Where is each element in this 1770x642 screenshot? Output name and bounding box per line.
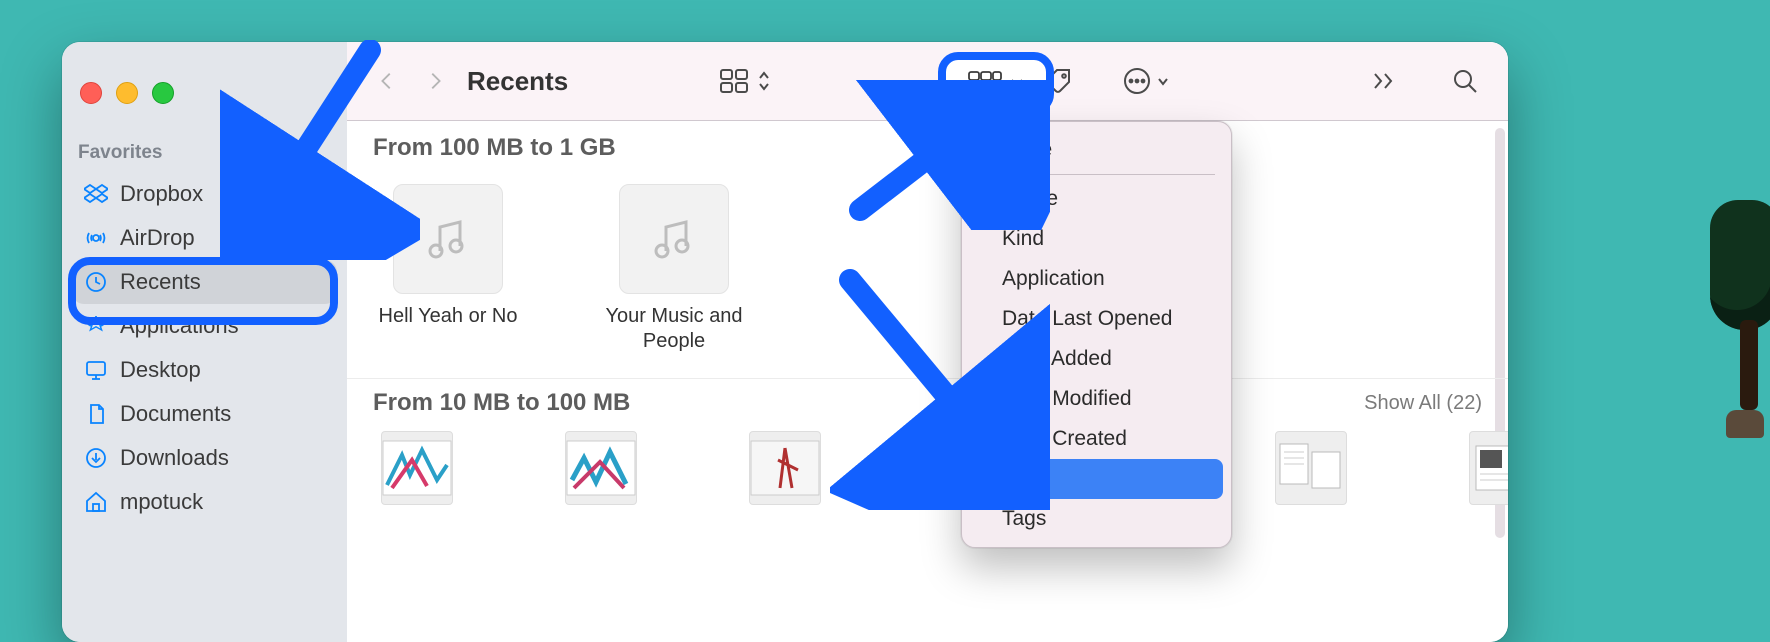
sidebar-list: Dropbox AirDrop Recents Applications Desktop… (72, 172, 337, 524)
file-row-large: Hell Yeah or No Your Music and People (347, 168, 1508, 378)
section-header-10mb-100mb: From 10 MB to 100 MB (373, 389, 630, 417)
sidebar-item-label: Documents (120, 401, 231, 427)
content-area: Recents (347, 42, 1508, 642)
menu-item-date-modified[interactable]: Date Modified (970, 379, 1223, 419)
file-thumb-image-icon[interactable] (565, 431, 637, 505)
chevron-down-icon (1009, 75, 1025, 91)
menu-item-date-added[interactable]: Date Added (970, 339, 1223, 379)
clock-icon (84, 270, 108, 294)
desktop-icon (84, 358, 108, 382)
sidebar-item-label: Applications (120, 313, 239, 339)
menu-item-none[interactable]: None (970, 130, 1223, 170)
show-all-link[interactable]: Show All (22) (1364, 392, 1482, 415)
sidebar-item-mpotuck[interactable]: mpotuck (72, 480, 337, 524)
file-thumb-audio-icon (393, 184, 503, 294)
group-by-button[interactable] (938, 52, 1054, 114)
file-name: Hell Yeah or No (379, 304, 518, 329)
more-actions-button[interactable] (1116, 61, 1176, 101)
menu-item-application[interactable]: Application (970, 259, 1223, 299)
minimize-window-icon[interactable] (116, 82, 138, 104)
file-name: Your Music and People (599, 304, 749, 354)
close-window-icon[interactable] (80, 82, 102, 104)
sidebar: Favorites Dropbox AirDrop Recents Applicati… (62, 42, 348, 642)
sidebar-item-downloads[interactable]: Downloads (72, 436, 337, 480)
dropbox-icon (84, 182, 108, 206)
sidebar-item-label: Recents (120, 269, 201, 295)
file-thumb-doc-icon[interactable] (1275, 431, 1347, 505)
sidebar-item-label: AirDrop (120, 225, 195, 251)
sidebar-item-label: mpotuck (120, 489, 203, 515)
document-icon (84, 402, 108, 426)
sidebar-item-airdrop[interactable]: AirDrop (72, 216, 337, 260)
overflow-button[interactable] (1362, 61, 1408, 101)
forward-button[interactable] (415, 61, 455, 101)
menu-item-size[interactable]: Size (970, 459, 1223, 499)
menu-item-kind[interactable]: Kind (970, 219, 1223, 259)
sidebar-item-label: Dropbox (120, 181, 203, 207)
airdrop-icon (84, 226, 108, 250)
back-button[interactable] (367, 61, 407, 101)
sidebar-item-label: Desktop (120, 357, 201, 383)
fullscreen-window-icon[interactable] (152, 82, 174, 104)
group-by-menu[interactable]: NoneNameKindApplicationDate Last OpenedD… (961, 121, 1232, 548)
apps-icon (84, 314, 108, 338)
downloads-icon (84, 446, 108, 470)
sidebar-section-favorites: Favorites (78, 142, 337, 164)
window-controls[interactable] (80, 82, 174, 104)
file-thumb-image-icon[interactable] (749, 431, 821, 505)
file-thumb-doc-icon[interactable] (1469, 431, 1508, 505)
stage: Favorites Dropbox AirDrop Recents Applicati… (0, 0, 1770, 628)
section-header-100mb-1gb: From 100 MB to 1 GB (347, 120, 1508, 168)
menu-item-name[interactable]: Name (970, 179, 1223, 219)
sidebar-item-applications[interactable]: Applications (72, 304, 337, 348)
menu-item-tags[interactable]: Tags (970, 499, 1223, 539)
sidebar-item-documents[interactable]: Documents (72, 392, 337, 436)
menu-item-date-last-opened[interactable]: Date Last Opened (970, 299, 1223, 339)
sidebar-item-recents[interactable]: Recents (72, 260, 337, 304)
file-thumb-image-icon[interactable] (381, 431, 453, 505)
file-item[interactable]: Your Music and People (599, 184, 749, 354)
toolbar: Recents (347, 42, 1508, 121)
finder-window: Favorites Dropbox AirDrop Recents Applicati… (62, 42, 1508, 642)
menu-item-date-created[interactable]: Date Created (970, 419, 1223, 459)
file-row-medium (347, 423, 1508, 505)
view-switcher-button[interactable] (712, 61, 778, 101)
file-item[interactable]: Hell Yeah or No (373, 184, 523, 354)
sidebar-item-desktop[interactable]: Desktop (72, 348, 337, 392)
home-icon (84, 490, 108, 514)
sidebar-item-dropbox[interactable]: Dropbox (72, 172, 337, 216)
file-thumb-audio-icon (619, 184, 729, 294)
sidebar-item-label: Downloads (120, 445, 229, 471)
search-button[interactable] (1442, 61, 1488, 101)
toolbar-title: Recents (467, 66, 568, 97)
wallpaper-decor (1710, 200, 1770, 500)
